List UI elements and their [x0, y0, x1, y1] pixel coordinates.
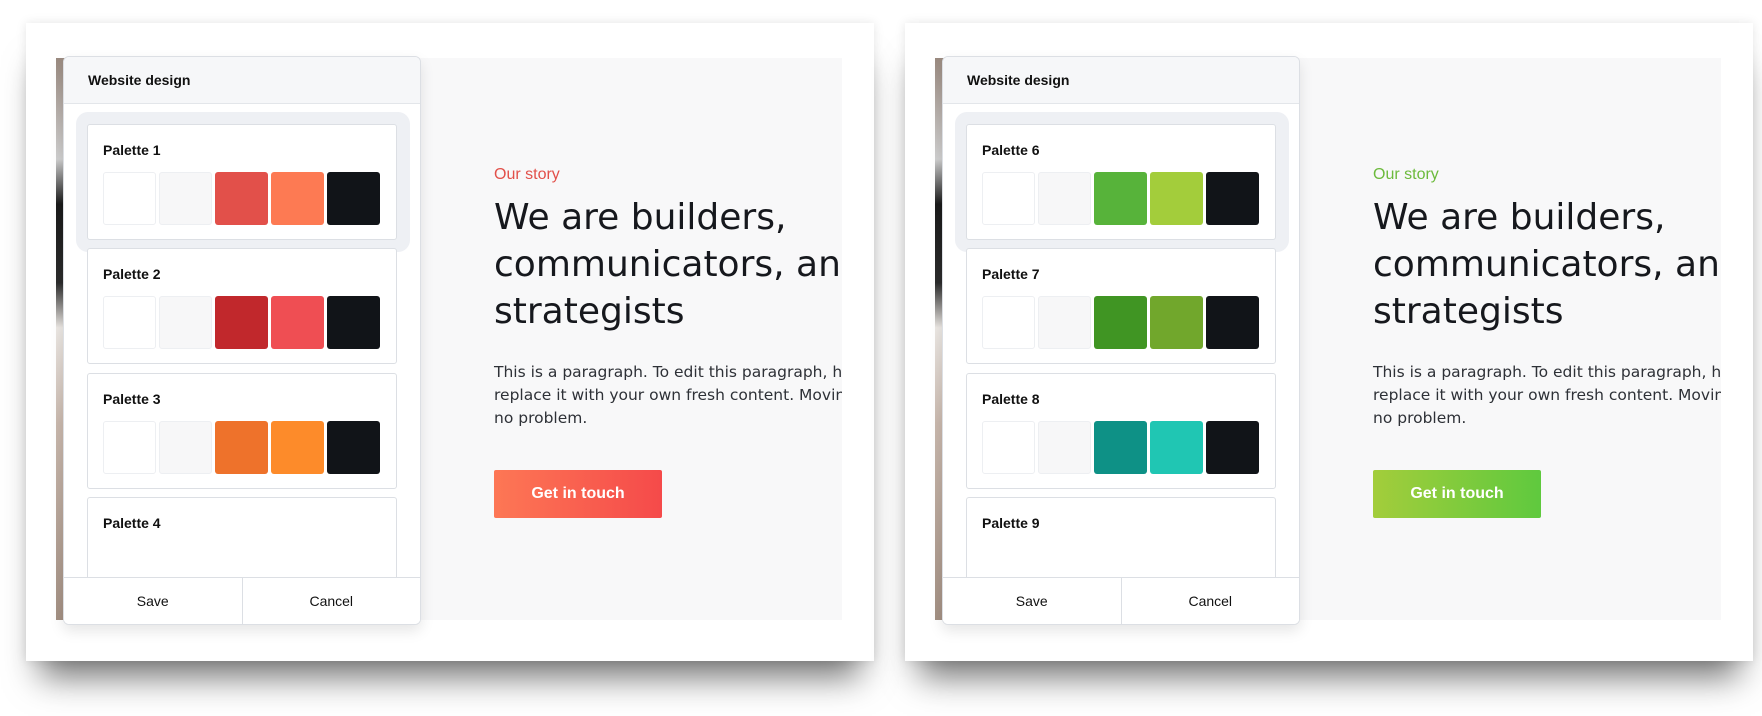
- color-swatch: [215, 296, 268, 349]
- color-swatch: [215, 421, 268, 474]
- color-swatch: [103, 296, 156, 349]
- color-swatch: [1206, 421, 1259, 474]
- palette-card[interactable]: Palette 1: [87, 124, 397, 240]
- palette-name: Palette 9: [982, 515, 1040, 531]
- headline-line: We are builders,: [494, 197, 787, 238]
- headline-line: strategists: [1373, 291, 1564, 332]
- palette-name: Palette 6: [982, 142, 1040, 158]
- color-swatch: [1150, 296, 1203, 349]
- hero-paragraph: This is a paragraph. To edit this paragr…: [1373, 361, 1721, 430]
- headline-line: communicators, and: [494, 244, 842, 285]
- color-swatch: [1150, 421, 1203, 474]
- get-in-touch-button[interactable]: Get in touch: [494, 470, 662, 518]
- palette-option: Palette 9: [955, 485, 1289, 578]
- palette-card[interactable]: Palette 6: [966, 124, 1276, 240]
- paragraph-line: This is a paragraph. To edit this paragr…: [1373, 363, 1721, 381]
- swatch-row: [103, 172, 380, 225]
- save-button[interactable]: Save: [64, 578, 242, 624]
- color-swatch: [982, 421, 1035, 474]
- palette-name: Palette 3: [103, 391, 161, 407]
- color-swatch: [1150, 172, 1203, 225]
- palette-name: Palette 7: [982, 266, 1040, 282]
- color-swatch: [982, 172, 1035, 225]
- color-swatch: [271, 172, 324, 225]
- hero-headline: We are builders, communicators, and strate…: [494, 194, 842, 335]
- color-swatch: [1206, 296, 1259, 349]
- hero-paragraph: This is a paragraph. To edit this paragr…: [494, 361, 842, 430]
- color-swatch: [103, 172, 156, 225]
- panel-footer: Save Cancel: [64, 577, 420, 624]
- hero-kicker: Our story: [1373, 166, 1439, 183]
- palette-name: Palette 2: [103, 266, 161, 282]
- save-button[interactable]: Save: [943, 578, 1121, 624]
- cancel-button[interactable]: Cancel: [241, 578, 420, 624]
- paragraph-line: replace it with your own fresh content. …: [494, 386, 842, 404]
- color-swatch: [1094, 172, 1147, 225]
- hero-section: Our story We are builders, communicators,…: [494, 166, 842, 518]
- swatch-row: [982, 421, 1259, 474]
- palette-option: Palette 6: [955, 112, 1289, 252]
- palette-card[interactable]: Palette 3: [87, 373, 397, 489]
- color-swatch: [982, 296, 1035, 349]
- palette-list[interactable]: Palette 6 Palette 7 Palette 8 Palette 9: [943, 104, 1299, 578]
- hero-section: Our story We are builders, communicators,…: [1373, 166, 1721, 518]
- panel-footer: Save Cancel: [943, 577, 1299, 624]
- color-swatch: [1206, 172, 1259, 225]
- palette-option: Palette 4: [76, 485, 410, 578]
- color-swatch: [327, 421, 380, 474]
- color-swatch: [1038, 296, 1091, 349]
- swatch-row: [982, 296, 1259, 349]
- color-swatch: [215, 172, 268, 225]
- website-design-panel: Website design Palette 1 Palette 2 Palet…: [63, 56, 421, 625]
- color-swatch: [159, 421, 212, 474]
- palette-card[interactable]: Palette 7: [966, 248, 1276, 364]
- headline-line: strategists: [494, 291, 685, 332]
- cancel-button[interactable]: Cancel: [1120, 578, 1299, 624]
- palette-option: Palette 7: [955, 236, 1289, 376]
- screenshot-frame-1: Our story We are builders, communicators,…: [26, 23, 874, 661]
- palette-option: Palette 1: [76, 112, 410, 252]
- palette-list[interactable]: Palette 1 Palette 2 Palette 3 Palette 4: [64, 104, 420, 578]
- palette-card[interactable]: Palette 9: [966, 497, 1276, 578]
- palette-option: Palette 8: [955, 361, 1289, 501]
- color-swatch: [327, 172, 380, 225]
- headline-line: communicators, and: [1373, 244, 1721, 285]
- color-swatch: [1094, 296, 1147, 349]
- color-swatch: [1038, 421, 1091, 474]
- panel-title: Website design: [64, 57, 420, 104]
- palette-card[interactable]: Palette 4: [87, 497, 397, 578]
- color-swatch: [271, 296, 324, 349]
- get-in-touch-button[interactable]: Get in touch: [1373, 470, 1541, 518]
- paragraph-line: This is a paragraph. To edit this paragr…: [494, 363, 842, 381]
- palette-name: Palette 1: [103, 142, 161, 158]
- color-swatch: [327, 296, 380, 349]
- palette-card[interactable]: Palette 8: [966, 373, 1276, 489]
- hero-headline: We are builders, communicators, and strate…: [1373, 194, 1721, 335]
- swatch-row: [103, 421, 380, 474]
- hero-kicker: Our story: [494, 166, 560, 183]
- screenshot-frame-2: Our story We are builders, communicators,…: [905, 23, 1753, 661]
- palette-card[interactable]: Palette 2: [87, 248, 397, 364]
- paragraph-line: replace it with your own fresh content. …: [1373, 386, 1721, 404]
- palette-name: Palette 4: [103, 515, 161, 531]
- website-design-panel: Website design Palette 6 Palette 7 Palet…: [942, 56, 1300, 625]
- color-swatch: [159, 296, 212, 349]
- palette-option: Palette 3: [76, 361, 410, 501]
- swatch-row: [103, 296, 380, 349]
- color-swatch: [1094, 421, 1147, 474]
- headline-line: We are builders,: [1373, 197, 1666, 238]
- palette-option: Palette 2: [76, 236, 410, 376]
- swatch-row: [982, 172, 1259, 225]
- color-swatch: [271, 421, 324, 474]
- color-swatch: [1038, 172, 1091, 225]
- color-swatch: [159, 172, 212, 225]
- palette-name: Palette 8: [982, 391, 1040, 407]
- paragraph-line: no problem.: [1373, 409, 1467, 427]
- color-swatch: [103, 421, 156, 474]
- panel-title: Website design: [943, 57, 1299, 104]
- paragraph-line: no problem.: [494, 409, 588, 427]
